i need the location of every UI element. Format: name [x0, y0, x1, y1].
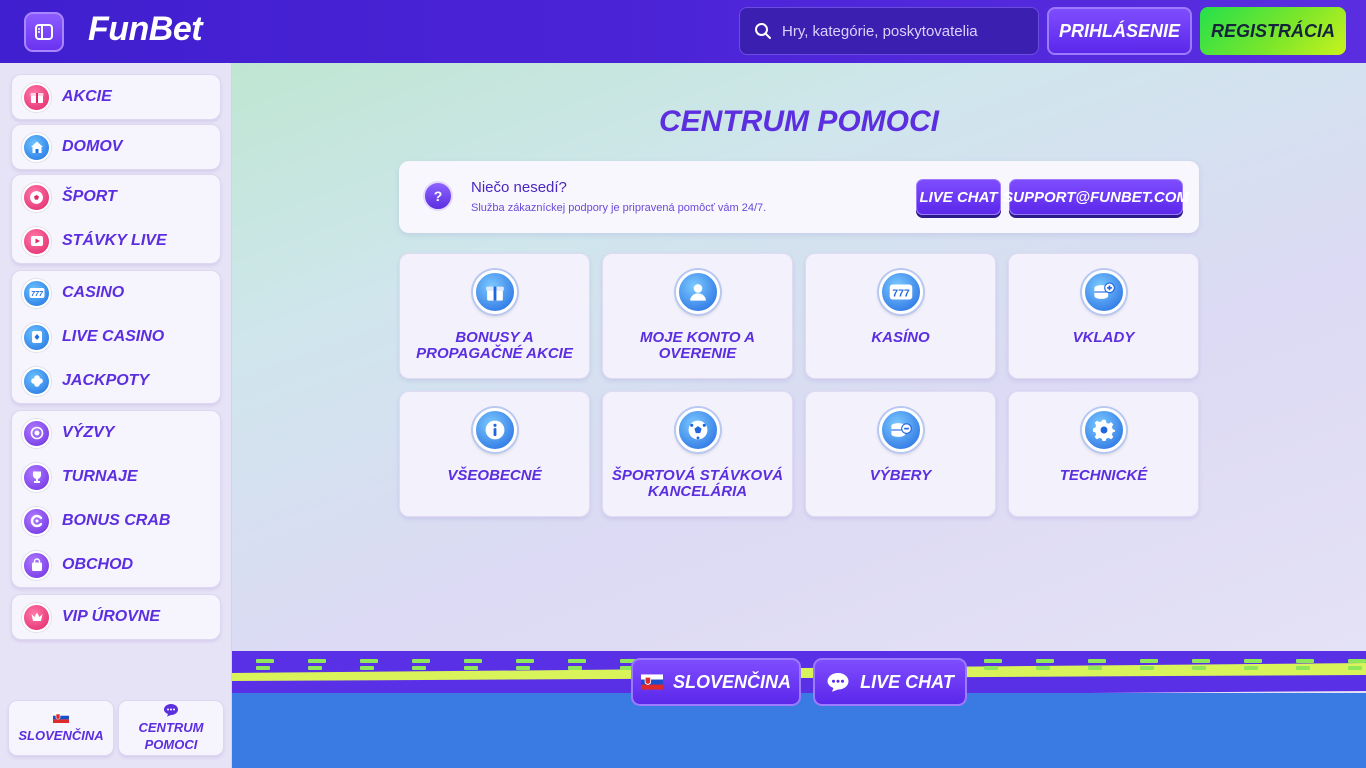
footer	[232, 693, 1366, 768]
svg-text:777: 777	[892, 288, 910, 300]
support-card-subtitle: Služba zákazníckej podpory je pripravená…	[471, 202, 767, 214]
sidebar-group-home: DOMOV	[11, 124, 221, 170]
svg-text:777: 777	[31, 291, 44, 298]
top-header: FunBet PRIHLÁSENIE REGISTRÁCIA	[0, 0, 1366, 63]
category-label: VÝBERY	[869, 467, 932, 484]
sidebar-item-label: JACKPOTY	[62, 372, 150, 389]
coins-minus-icon	[879, 408, 923, 452]
register-button[interactable]: REGISTRÁCIA	[1200, 7, 1346, 55]
footer-live-chat-button[interactable]: LIVE CHAT	[813, 658, 967, 706]
badge-icon	[22, 418, 51, 448]
support-email-button[interactable]: SUPPORT@FUNBET.COM	[1003, 179, 1189, 215]
page-title: CENTRUM POMOCI	[659, 105, 939, 138]
category-withdrawals[interactable]: VÝBERY	[805, 391, 996, 517]
sidebar-item-label: OBCHOD	[62, 556, 134, 573]
category-bonuses[interactable]: BONUSY A PROPAGAČNÉ AKCIE	[399, 253, 590, 379]
sidebar-item-domov[interactable]: DOMOV	[12, 125, 220, 169]
user-icon	[676, 270, 720, 314]
play-icon	[22, 226, 51, 256]
category-label: VKLADY	[1072, 329, 1135, 346]
category-label: MOJE KONTO A OVERENIE	[639, 329, 755, 362]
sidebar-item-label: STÁVKY LIVE	[62, 232, 167, 249]
sidebar-item-label: BONUS CRAB	[62, 512, 171, 529]
category-label: TECHNICKÉ	[1059, 467, 1148, 484]
sidebar-item-stavky-live[interactable]: STÁVKY LIVE	[12, 219, 220, 263]
chat-bubble-icon	[164, 704, 178, 717]
gift-icon	[22, 82, 51, 112]
sidebar-language-button[interactable]: SLOVENČINA	[8, 700, 114, 756]
sidebar-icon	[35, 24, 53, 40]
sidebar-item-obchod[interactable]: OBCHOD	[12, 543, 220, 587]
category-label: VŠEOBECNÉ	[447, 467, 542, 484]
sidebar-group-promotions: AKCIE	[11, 74, 221, 120]
search-input[interactable]	[782, 22, 1022, 40]
footer-language-label: SLOVENČINA	[672, 671, 791, 692]
info-icon	[473, 408, 517, 452]
support-card-title: Niečo nesedí?	[471, 179, 567, 196]
slovakia-flag-icon	[53, 712, 69, 723]
chat-bubble-icon	[827, 673, 849, 692]
sidebar-item-vip-urovne[interactable]: VIP ÚROVNE	[12, 595, 220, 639]
category-general[interactable]: VŠEOBECNÉ	[399, 391, 590, 517]
category-sportsbook[interactable]: ŠPORTOVÁ STÁVKOVÁ KANCELÁRIA	[602, 391, 793, 517]
sidebar-item-label: LIVE CASINO	[62, 328, 165, 345]
crown-icon	[22, 602, 51, 632]
shopping-bag-icon	[22, 550, 51, 580]
sidebar-item-live-casino[interactable]: LIVE CASINO	[12, 315, 220, 359]
category-label: KASÍNO	[871, 329, 930, 346]
slovakia-flag-icon	[640, 674, 663, 690]
category-label: BONUSY A PROPAGAČNÉ AKCIE	[416, 329, 573, 362]
trophy-icon	[22, 462, 51, 492]
crab-icon	[22, 506, 51, 536]
sidebar-item-casino[interactable]: 777 CASINO	[12, 271, 220, 315]
sidebar: AKCIE DOMOV ŠPORT STÁVKY LIVE 777 CASINO…	[0, 63, 232, 768]
soccer-ball-icon	[676, 408, 720, 452]
funbet-logo[interactable]: FunBet	[88, 10, 203, 49]
slot-777-icon: 777	[22, 278, 51, 308]
sidebar-item-label: VIP ÚROVNE	[62, 608, 161, 625]
sidebar-item-label: TURNAJE	[62, 468, 138, 485]
home-icon	[22, 132, 51, 162]
login-button[interactable]: PRIHLÁSENIE	[1047, 7, 1192, 55]
sidebar-item-label: AKCIE	[62, 88, 112, 105]
category-casino[interactable]: 777 KASÍNO	[805, 253, 996, 379]
soccer-ball-icon	[22, 182, 51, 212]
sidebar-item-label: ŠPORT	[62, 188, 117, 205]
footer-language-button[interactable]: SLOVENČINA	[631, 658, 801, 706]
language-label: SLOVENČINA	[18, 728, 104, 743]
coins-plus-icon	[1082, 270, 1126, 314]
category-label: ŠPORTOVÁ STÁVKOVÁ KANCELÁRIA	[611, 467, 784, 500]
slot-777-icon: 777	[879, 270, 923, 314]
sidebar-group-casino: 777 CASINO LIVE CASINO JACKPOTY	[11, 270, 221, 404]
question-icon: ?	[423, 181, 453, 211]
sidebar-item-label: CASINO	[62, 284, 125, 301]
sidebar-item-vyzvy[interactable]: VÝZVY	[12, 411, 220, 455]
category-account[interactable]: MOJE KONTO A OVERENIE	[602, 253, 793, 379]
sidebar-item-label: VÝZVY	[62, 424, 115, 441]
gear-icon	[1082, 408, 1126, 452]
sidebar-group-vip: VIP ÚROVNE	[11, 594, 221, 640]
help-center-label-line2: POMOCI	[144, 737, 198, 752]
sidebar-item-turnaje[interactable]: TURNAJE	[12, 455, 220, 499]
sidebar-item-bonus-crab[interactable]: BONUS CRAB	[12, 499, 220, 543]
sidebar-help-center-button[interactable]: CENTRUM POMOCI	[118, 700, 224, 756]
sidebar-toggle-button[interactable]	[24, 12, 64, 52]
category-technical[interactable]: TECHNICKÉ	[1008, 391, 1199, 517]
sidebar-item-label: DOMOV	[62, 138, 123, 155]
category-deposits[interactable]: VKLADY	[1008, 253, 1199, 379]
help-center-label-line1: CENTRUM	[138, 720, 204, 735]
sidebar-item-jackpoty[interactable]: JACKPOTY	[12, 359, 220, 403]
footer-live-chat-label: LIVE CHAT	[860, 671, 954, 692]
clover-icon	[22, 366, 51, 396]
search-icon	[755, 23, 771, 39]
gift-icon	[473, 270, 517, 314]
support-card: ? Niečo nesedí? Služba zákazníckej podpo…	[399, 161, 1199, 233]
search-box[interactable]	[739, 7, 1039, 55]
card-icon	[22, 322, 51, 352]
sidebar-item-sport[interactable]: ŠPORT	[12, 175, 220, 219]
live-chat-button[interactable]: LIVE CHAT	[916, 179, 1001, 215]
sidebar-group-rewards: VÝZVY TURNAJE BONUS CRAB OBCHOD	[11, 410, 221, 588]
sidebar-item-akcie[interactable]: AKCIE	[12, 75, 220, 119]
sidebar-group-sport: ŠPORT STÁVKY LIVE	[11, 174, 221, 264]
